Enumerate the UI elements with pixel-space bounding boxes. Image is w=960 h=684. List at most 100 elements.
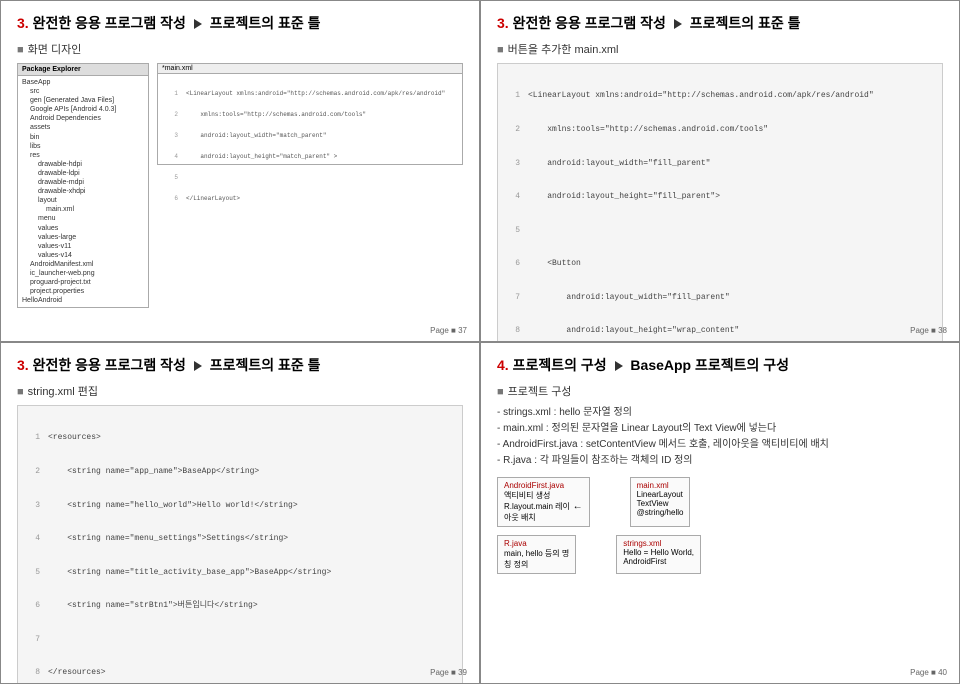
- box-line: 액티비티 생성: [504, 490, 583, 501]
- tree-item: bin: [22, 133, 144, 142]
- slide-title: 4. 프로젝트의 구성 BaseApp 프로젝트의 구성: [497, 355, 943, 375]
- list-item: AndroidFirst.java : setContentView 메서드 호…: [497, 437, 943, 453]
- code-line: 8 android:layout_height="wrap_content": [504, 325, 936, 336]
- tree-item: values: [22, 224, 144, 233]
- editor-tab: *main.xml: [158, 64, 462, 74]
- box-line: R.layout.main 레이 ←: [504, 501, 583, 512]
- slide-title: 3. 완전한 응용 프로그램 작성 프로젝트의 표준 틀: [497, 13, 943, 33]
- tree-item: res: [22, 151, 144, 160]
- diagram-row-2: R.java main, hello 등의 명 칭 정의 strings.xml…: [497, 535, 943, 574]
- title-number: 3.: [17, 15, 29, 31]
- slide-subtitle: 화면 디자인: [17, 41, 463, 57]
- package-explorer: Package Explorer BaseApp src gen [Genera…: [17, 63, 149, 308]
- page-number: Page ■ 40: [910, 668, 947, 677]
- tree-item: gen [Generated Java Files]: [22, 96, 144, 105]
- diagram-box-left: AndroidFirst.java 액티비티 생성 R.layout.main …: [497, 477, 590, 527]
- page-number: Page ■ 39: [430, 668, 467, 677]
- title-number: 4.: [497, 357, 509, 373]
- code-line: 6</LinearLayout>: [162, 195, 458, 202]
- code-line: 4 <string name="menu_settings">Settings<…: [24, 533, 456, 544]
- tree-item: proguard-project.txt: [22, 278, 144, 287]
- tree-item: AndroidManifest.xml: [22, 260, 144, 269]
- tree-item: Android Dependencies: [22, 114, 144, 123]
- diagram-box-bottom-left: R.java main, hello 등의 명 칭 정의: [497, 535, 576, 574]
- box-line: TextView: [637, 499, 684, 508]
- box-line: AndroidFirst: [623, 557, 694, 566]
- slide-39: 3. 완전한 응용 프로그램 작성 프로젝트의 표준 틀 string.xml …: [0, 342, 480, 684]
- title-text-2: BaseApp 프로젝트의 구성: [630, 357, 789, 373]
- triangle-icon: [674, 19, 682, 29]
- box-title: main.xml: [637, 481, 684, 490]
- slide-subtitle: 버튼을 추가한 main.xml: [497, 41, 943, 57]
- tree-item: menu: [22, 214, 144, 223]
- code-line: 3 <string name="hello_world">Hello world…: [24, 500, 456, 511]
- tree-item: drawable-xhdpi: [22, 187, 144, 196]
- slide-subtitle: string.xml 편집: [17, 383, 463, 399]
- explorer-header: Package Explorer: [18, 64, 148, 76]
- code-line: 2 xmlns:tools="http://schemas.android.co…: [504, 124, 936, 135]
- code-line: 2 xmlns:tools="http://schemas.android.co…: [162, 111, 458, 118]
- box-line: LinearLayout: [637, 490, 684, 499]
- explorer-body: BaseApp src gen [Generated Java Files] G…: [18, 76, 148, 307]
- title-text-1: 완전한 응용 프로그램 작성: [513, 15, 666, 31]
- tree-item: project.properties: [22, 287, 144, 296]
- slide-40: 4. 프로젝트의 구성 BaseApp 프로젝트의 구성 프로젝트 구성 str…: [480, 342, 960, 684]
- tree-item: ic_launcher-web.png: [22, 269, 144, 278]
- diagram-box-bottom-right: strings.xml Hello = Hello World, Android…: [616, 535, 701, 574]
- tree-item: values-large: [22, 233, 144, 242]
- code-line: 7 android:layout_width="fill_parent": [504, 292, 936, 303]
- tree-item: assets: [22, 123, 144, 132]
- code-line: 3 android:layout_width="match_parent": [162, 132, 458, 139]
- code-line: 1<LinearLayout xmlns:android="http://sch…: [162, 90, 458, 97]
- box-line: 칭 정의: [504, 559, 569, 570]
- code-line: 7: [24, 634, 456, 645]
- title-text-1: 프로젝트의 구성: [513, 357, 607, 373]
- title-text-1: 완전한 응용 프로그램 작성: [33, 357, 186, 373]
- title-number: 3.: [497, 15, 509, 31]
- code-line: 5 <string name="title_activity_base_app"…: [24, 567, 456, 578]
- slide-37: 3. 완전한 응용 프로그램 작성 프로젝트의 표준 틀 화면 디자인 Pack…: [0, 0, 480, 342]
- box-title: R.java: [504, 539, 569, 548]
- title-text-1: 완전한 응용 프로그램 작성: [33, 15, 186, 31]
- code-line: 5: [162, 174, 458, 181]
- slide-title: 3. 완전한 응용 프로그램 작성 프로젝트의 표준 틀: [17, 13, 463, 33]
- diagram-row-1: AndroidFirst.java 액티비티 생성 R.layout.main …: [497, 477, 943, 527]
- code-line: 8</resources>: [24, 667, 456, 678]
- code-line: 1<LinearLayout xmlns:android="http://sch…: [504, 90, 936, 101]
- tree-item: drawable-hdpi: [22, 160, 144, 169]
- triangle-icon: [615, 361, 623, 371]
- triangle-icon: [194, 361, 202, 371]
- tree-item: drawable-ldpi: [22, 169, 144, 178]
- list-item: R.java : 각 파일들이 참조하는 객체의 ID 정의: [497, 453, 943, 469]
- tree-item: layout: [22, 196, 144, 205]
- code-line: 2 <string name="app_name">BaseApp</strin…: [24, 466, 456, 477]
- code-box: 1<LinearLayout xmlns:android="http://sch…: [497, 63, 943, 342]
- editor-content: 1<LinearLayout xmlns:android="http://sch…: [158, 74, 462, 218]
- title-text-2: 프로젝트의 표준 틀: [210, 15, 321, 31]
- tree-item: Google APIs [Android 4.0.3]: [22, 105, 144, 114]
- page-number: Page ■ 37: [430, 326, 467, 335]
- title-text-2: 프로젝트의 표준 틀: [690, 15, 801, 31]
- slide-title: 3. 완전한 응용 프로그램 작성 프로젝트의 표준 틀: [17, 355, 463, 375]
- box-line: main, hello 등의 명: [504, 548, 569, 559]
- tree-item: HelloAndroid: [22, 296, 144, 305]
- triangle-icon: [194, 19, 202, 29]
- box-line: @string/hello: [637, 508, 684, 517]
- arrow-icon: ←: [570, 501, 583, 512]
- tree-item: libs: [22, 142, 144, 151]
- code-line: 4 android:layout_height="match_parent" >: [162, 153, 458, 160]
- box-title: strings.xml: [623, 539, 694, 548]
- tree-item: BaseApp: [22, 78, 144, 87]
- box-title: AndroidFirst.java: [504, 481, 583, 490]
- list-item: main.xml : 정의된 문자열을 Linear Layout의 Text …: [497, 421, 943, 437]
- page-number: Page ■ 38: [910, 326, 947, 335]
- tree-item: src: [22, 87, 144, 96]
- tree-item: values-v14: [22, 251, 144, 260]
- tree-item: main.xml: [22, 205, 144, 214]
- code-line: 4 android:layout_height="fill_parent">: [504, 191, 936, 202]
- title-text-2: 프로젝트의 표준 틀: [210, 357, 321, 373]
- code-box: 1<resources> 2 <string name="app_name">B…: [17, 405, 463, 684]
- box-line: Hello = Hello World,: [623, 548, 694, 557]
- tree-item: drawable-mdpi: [22, 178, 144, 187]
- code-line: 6 <string name="strBtn1">버튼입니다</string>: [24, 600, 456, 611]
